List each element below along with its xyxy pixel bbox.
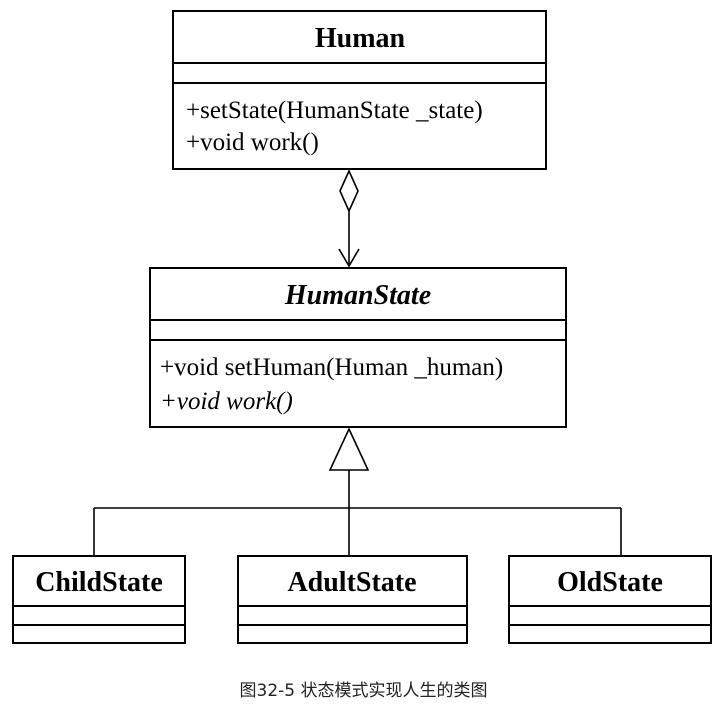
class-human-operation: +void work() xyxy=(186,129,319,156)
class-human-state: HumanState +void setHuman(Human _human) … xyxy=(149,267,567,428)
class-child-state-title: ChildState xyxy=(35,567,163,598)
class-old-state: OldState xyxy=(508,555,712,644)
class-human-operation: +setState(HumanState _state) xyxy=(186,97,483,124)
class-human-state-abstract-operation: +void work() xyxy=(160,388,293,415)
generalization-triangle-icon xyxy=(328,427,370,471)
class-human-state-operation: +void setHuman(Human _human) xyxy=(160,354,503,381)
aggregation-diamond-icon xyxy=(339,169,359,213)
aggregation-relation xyxy=(338,169,360,268)
generalization-relation xyxy=(93,427,622,556)
figure-caption: 图32-5 状态模式实现人生的类图 xyxy=(239,681,488,701)
class-human-state-title: HumanState xyxy=(284,280,431,311)
class-old-state-title: OldState xyxy=(557,567,663,598)
class-adult-state: AdultState xyxy=(237,555,468,644)
class-human: Human +setState(HumanState _state) +void… xyxy=(172,10,547,170)
class-adult-state-title: AdultState xyxy=(287,567,416,598)
class-diagram: Human +setState(HumanState _state) +void… xyxy=(12,10,712,644)
class-human-title: Human xyxy=(315,23,406,54)
class-child-state: ChildState xyxy=(12,555,186,644)
